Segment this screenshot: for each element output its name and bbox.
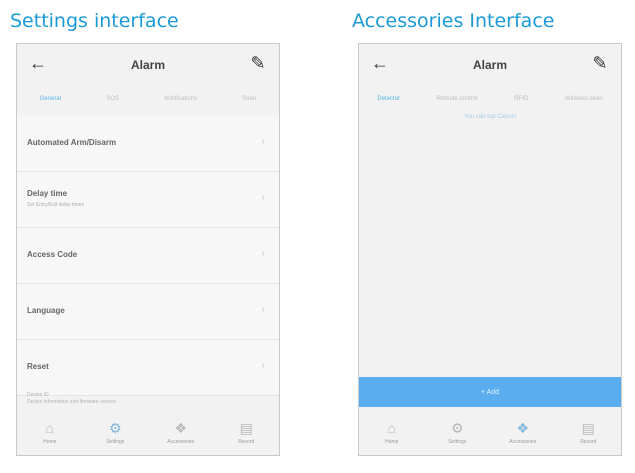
home-icon: ⌂ bbox=[45, 419, 54, 436]
tab-siren[interactable]: Siren bbox=[242, 96, 256, 102]
edit-pencil-icon[interactable]: ✎ bbox=[589, 52, 611, 74]
nav-record[interactable]: ▤ Record bbox=[560, 420, 616, 445]
nav-label: Record bbox=[238, 438, 255, 445]
accessories-phone-screen: ← Alarm ✎ Detector Remote control RFID W… bbox=[358, 43, 622, 456]
nav-label: Accessories bbox=[509, 438, 537, 445]
settings-phone-screen: ← Alarm ✎ General SOS Notifications Sire… bbox=[16, 43, 280, 456]
gear-icon: ⚙ bbox=[108, 419, 122, 436]
nav-label: Settings bbox=[106, 438, 125, 445]
tab-detector[interactable]: Detector bbox=[377, 96, 400, 102]
top-bar: ← Alarm ✎ bbox=[17, 44, 279, 84]
record-icon: ▤ bbox=[581, 419, 595, 436]
tab-rfid[interactable]: RFID bbox=[514, 96, 528, 102]
tab-sos[interactable]: SOS bbox=[106, 96, 119, 102]
home-icon: ⌂ bbox=[387, 419, 396, 436]
gear-icon: ⚙ bbox=[450, 419, 464, 436]
list-item-label: Access Code bbox=[27, 250, 78, 259]
top-bar: ← Alarm ✎ bbox=[359, 44, 621, 84]
device-info: Device ID Device information and firmwar… bbox=[27, 392, 116, 406]
list-item-label: Reset bbox=[27, 362, 49, 371]
chevron-right-icon: › bbox=[261, 192, 265, 203]
chevron-right-icon: › bbox=[261, 136, 265, 147]
device-firmware-text: Device information and firmware version bbox=[27, 399, 117, 405]
nav-accessories[interactable]: ❖ Accessories bbox=[153, 420, 209, 445]
list-item-label: Language bbox=[27, 306, 65, 315]
add-accessory-button[interactable]: + Add bbox=[359, 377, 621, 407]
nav-label: Record bbox=[580, 438, 597, 445]
tab-remote-control[interactable]: Remote control bbox=[437, 96, 478, 102]
tab-wireless-siren[interactable]: Wireless siren bbox=[565, 96, 603, 102]
tab-notifications[interactable]: Notifications bbox=[164, 96, 197, 102]
nav-settings[interactable]: ⚙ Settings bbox=[87, 420, 143, 445]
chevron-right-icon: › bbox=[261, 248, 265, 259]
list-item-access-code[interactable]: Access Code › bbox=[17, 228, 279, 284]
screen-title: Alarm bbox=[472, 58, 507, 72]
chevron-right-icon: › bbox=[261, 304, 265, 315]
tab-bar: Detector Remote control RFID Wireless si… bbox=[359, 88, 621, 110]
back-arrow-icon[interactable]: ← bbox=[27, 52, 49, 74]
chevron-right-icon: › bbox=[261, 360, 265, 371]
hint-text: You can tap Cancel bbox=[464, 114, 516, 120]
tab-general[interactable]: General bbox=[40, 96, 61, 102]
screen-title: Alarm bbox=[130, 58, 165, 72]
tab-bar: General SOS Notifications Siren bbox=[17, 88, 279, 110]
nav-home[interactable]: ⌂ Home bbox=[22, 420, 78, 445]
nav-label: Home bbox=[43, 438, 57, 445]
bottom-nav: ⌂ Home ⚙ Settings ❖ Accessories ▤ Record bbox=[17, 409, 279, 455]
list-item-language[interactable]: Language › bbox=[17, 284, 279, 340]
settings-section-title: Settings interface bbox=[10, 10, 179, 32]
device-id-text: Device ID bbox=[27, 392, 49, 398]
list-item-reset[interactable]: Reset › bbox=[17, 340, 279, 396]
bottom-nav: ⌂ Home ⚙ Settings ❖ Accessories ▤ Record bbox=[359, 409, 621, 455]
back-arrow-icon[interactable]: ← bbox=[369, 52, 391, 74]
nav-label: Settings bbox=[448, 438, 467, 445]
list-item-delay-time[interactable]: Delay time Set Entry/Exit delay times › bbox=[17, 172, 279, 228]
nav-settings[interactable]: ⚙ Settings bbox=[429, 420, 485, 445]
nav-accessories[interactable]: ❖ Accessories bbox=[495, 420, 551, 445]
edit-pencil-icon[interactable]: ✎ bbox=[247, 52, 269, 74]
record-icon: ▤ bbox=[239, 419, 253, 436]
accessories-section-title: Accessories Interface bbox=[352, 10, 555, 32]
accessories-icon: ❖ bbox=[516, 419, 530, 436]
list-item-label: Automated Arm/Disarm bbox=[27, 138, 117, 147]
list-item-automated-arm[interactable]: Automated Arm/Disarm › bbox=[17, 116, 279, 172]
settings-list: Automated Arm/Disarm › Delay time Set En… bbox=[17, 116, 279, 396]
nav-record[interactable]: ▤ Record bbox=[218, 420, 274, 445]
nav-home[interactable]: ⌂ Home bbox=[364, 420, 420, 445]
accessories-icon: ❖ bbox=[174, 419, 188, 436]
add-button-label: + Add bbox=[480, 388, 500, 396]
list-item-sublabel: Set Entry/Exit delay times bbox=[27, 202, 84, 208]
nav-label: Accessories bbox=[167, 438, 195, 445]
nav-label: Home bbox=[385, 438, 399, 445]
list-item-label: Delay time bbox=[27, 189, 68, 198]
